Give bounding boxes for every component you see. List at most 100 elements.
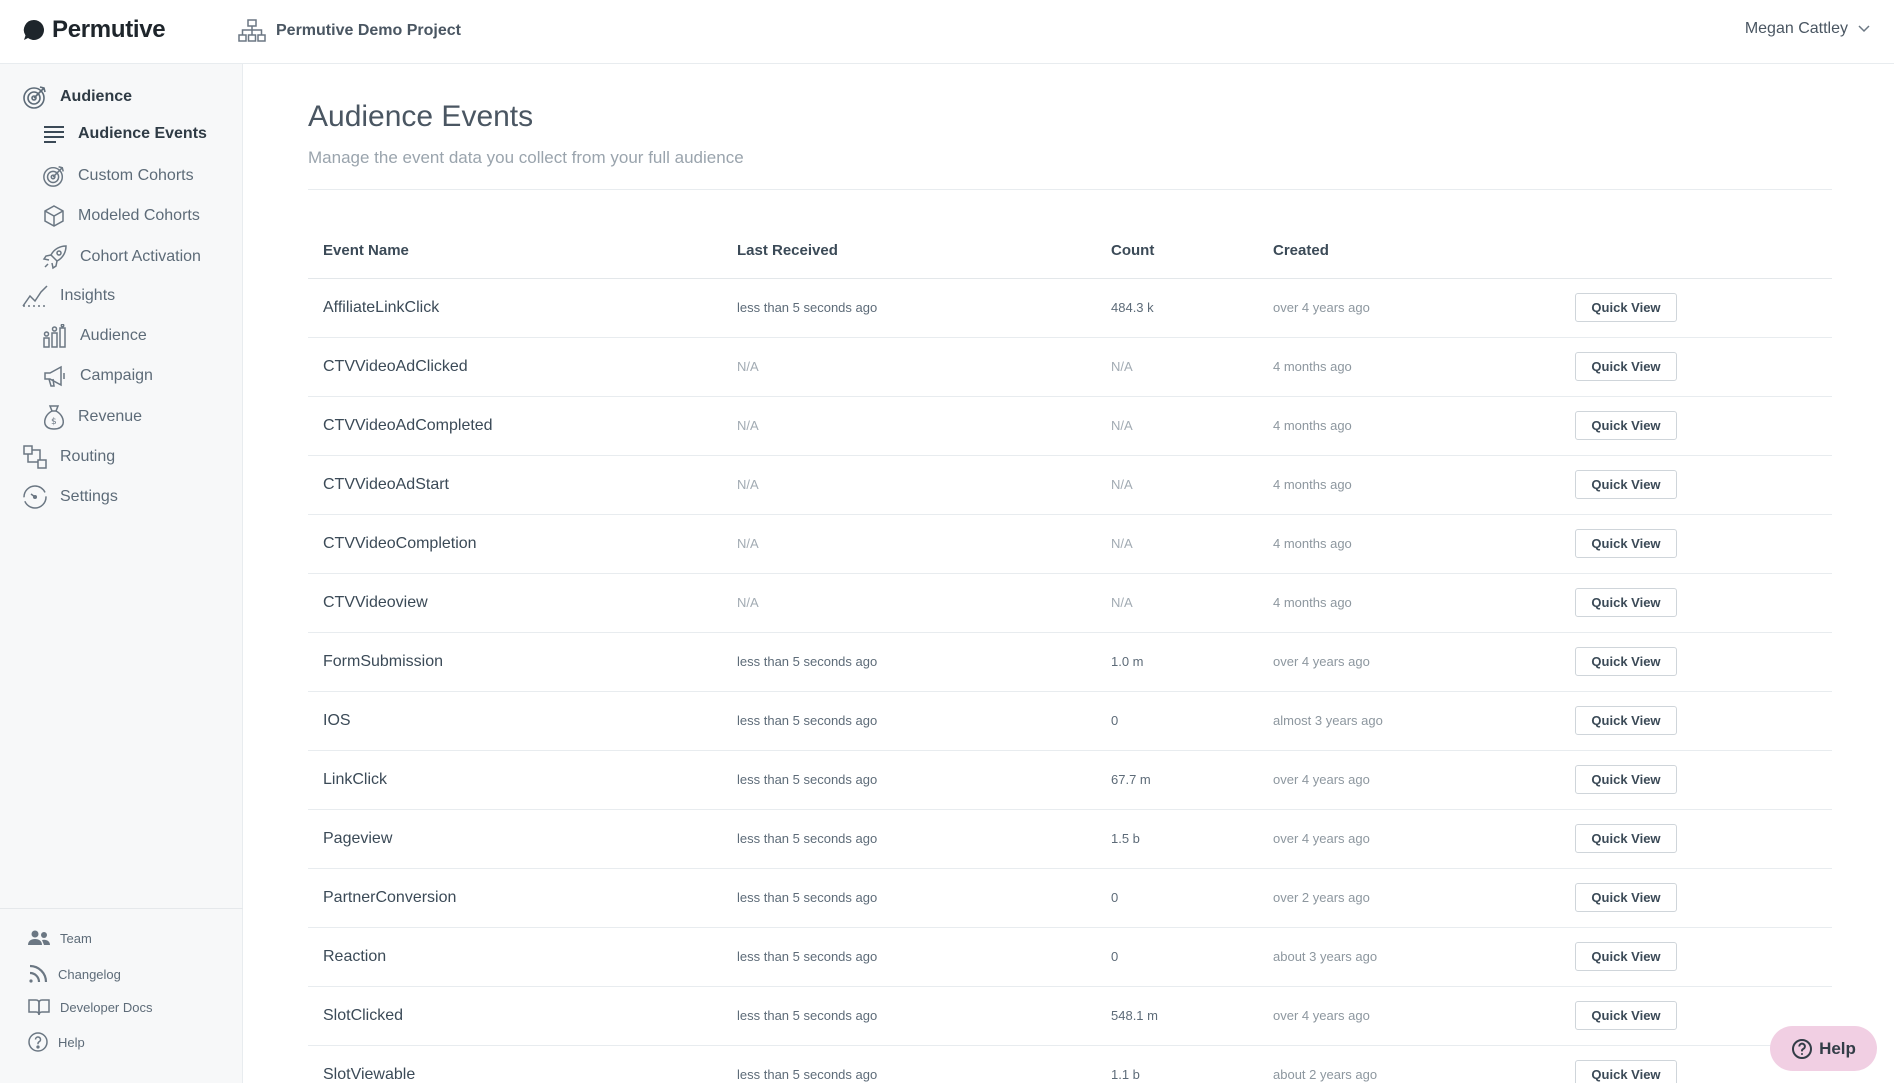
table-row[interactable]: Reaction less than 5 seconds ago 0 about 3 … — [308, 927, 1832, 987]
nav-modeled-cohorts[interactable]: Modeled Cohorts — [42, 204, 200, 228]
event-name-cell: SlotViewable — [308, 1045, 722, 1083]
quick-view-button[interactable]: Quick View — [1575, 470, 1677, 499]
table-row[interactable]: CTVVideoAdCompleted N/A N/A 4 months ago Qui… — [308, 396, 1832, 456]
quick-view-button[interactable]: Quick View — [1575, 293, 1677, 322]
count-cell: N/A — [1096, 337, 1258, 397]
nav-modeled-cohorts-label: Modeled Cohorts — [78, 207, 200, 224]
actions-cell: Quick View — [1560, 455, 1832, 515]
table-row[interactable]: CTVVideoCompletion N/A N/A 4 months ago Quic… — [308, 514, 1832, 574]
top-bar: Permutive Permutive Demo Project Megan C… — [0, 0, 1894, 64]
chevron-down-icon — [1858, 25, 1870, 33]
event-name-cell: CTVVideoCompletion — [308, 514, 722, 574]
quick-view-button[interactable]: Quick View — [1575, 352, 1677, 381]
quick-view-button[interactable]: Quick View — [1575, 529, 1677, 558]
user-name: Megan Cattley — [1744, 20, 1848, 37]
actions-cell: Quick View — [1560, 632, 1832, 692]
table-row[interactable]: SlotClicked less than 5 seconds ago 548.1 … — [308, 986, 1832, 1046]
nav-insights[interactable]: Insights — [22, 284, 115, 308]
count-cell: 1.1 b — [1096, 1045, 1258, 1083]
quick-view-button[interactable]: Quick View — [1575, 1060, 1677, 1083]
quick-view-button[interactable]: Quick View — [1575, 647, 1677, 676]
count-cell: N/A — [1096, 514, 1258, 574]
last-received-cell: less than 5 seconds ago — [722, 750, 1096, 810]
money-bag-icon: $ — [44, 405, 64, 430]
help-button-label: Help — [1819, 1038, 1856, 1058]
nav-cohort-activation[interactable]: Cohort Activation — [42, 244, 201, 270]
created-cell: over 4 years ago — [1258, 632, 1560, 692]
column-header-created[interactable]: Created — [1258, 223, 1560, 279]
nav-revenue-label: Revenue — [78, 408, 143, 425]
table-row[interactable]: CTVVideoAdStart N/A N/A 4 months ago Quick V… — [308, 455, 1832, 515]
nav-cohort-activation-label: Cohort Activation — [80, 248, 201, 265]
quick-view-button[interactable]: Quick View — [1575, 883, 1677, 912]
table-row[interactable]: Pageview less than 5 seconds ago 1.5 b over… — [308, 809, 1832, 869]
project-selector[interactable]: Permutive Demo Project — [238, 19, 461, 43]
quick-view-button[interactable]: Quick View — [1575, 706, 1677, 735]
footer-changelog[interactable]: Changelog — [28, 964, 121, 984]
count-cell: 0 — [1096, 927, 1258, 987]
sidebar: Audience Audience Events Custom Cohorts … — [0, 64, 243, 1083]
routing-icon — [23, 445, 47, 469]
table-row[interactable]: FormSubmission less than 5 seconds ago 1.0… — [308, 632, 1832, 692]
count-cell: N/A — [1096, 396, 1258, 456]
table-row[interactable]: CTVVideoview N/A N/A 4 months ago Quick View — [308, 573, 1832, 633]
created-cell: almost 3 years ago — [1258, 691, 1560, 751]
actions-cell: Quick View — [1560, 868, 1832, 928]
nav-revenue[interactable]: $ Revenue — [42, 404, 142, 430]
quick-view-button[interactable]: Quick View — [1575, 411, 1677, 440]
megaphone-icon — [44, 365, 65, 387]
table-row[interactable]: PartnerConversion less than 5 seconds ago… — [308, 868, 1832, 928]
table-row[interactable]: LinkClick less than 5 seconds ago 67.7 m ov… — [308, 750, 1832, 810]
footer-help[interactable]: Help — [28, 1032, 85, 1052]
page-subtitle: Manage the event data you collect from y… — [308, 148, 744, 167]
table-row[interactable]: CTVVideoAdClicked N/A N/A 4 months ago Quick… — [308, 337, 1832, 397]
quick-view-button[interactable]: Quick View — [1575, 824, 1677, 853]
book-icon — [28, 999, 50, 1016]
actions-cell: Quick View — [1560, 809, 1832, 869]
nav-insights-audience[interactable]: Audience — [42, 324, 147, 348]
created-cell: 4 months ago — [1258, 396, 1560, 456]
created-cell: 4 months ago — [1258, 455, 1560, 515]
user-menu[interactable]: Megan Cattley — [1745, 20, 1870, 38]
quick-view-button[interactable]: Quick View — [1575, 588, 1677, 617]
quick-view-button[interactable]: Quick View — [1575, 1001, 1677, 1030]
event-name-cell: AffiliateLinkClick — [308, 278, 722, 338]
help-floating-button[interactable]: Help — [1770, 1026, 1877, 1071]
footer-team[interactable]: Team — [28, 930, 92, 946]
nav-custom-cohorts[interactable]: Custom Cohorts — [42, 164, 194, 188]
table-row[interactable]: SlotViewable less than 5 seconds ago 1.1 b… — [308, 1045, 1832, 1083]
column-header-last-received[interactable]: Last Received — [722, 223, 1096, 279]
nav-routing[interactable]: Routing — [22, 444, 115, 470]
event-name-cell: CTVVideoAdClicked — [308, 337, 722, 397]
event-name-cell: Pageview — [308, 809, 722, 869]
nav-custom-cohorts-label: Custom Cohorts — [78, 167, 194, 184]
nav-audience[interactable]: Audience — [22, 84, 132, 110]
nav-insights-label: Insights — [60, 287, 116, 304]
footer-team-label: Team — [60, 930, 92, 946]
team-icon — [28, 930, 50, 945]
column-header-event-name[interactable]: Event Name — [308, 223, 722, 279]
footer-help-label: Help — [58, 1034, 85, 1050]
table-row[interactable]: IOS less than 5 seconds ago 0 almost 3 year… — [308, 691, 1832, 751]
trend-line-icon — [22, 285, 48, 307]
footer-developer-docs[interactable]: Developer Docs — [28, 998, 153, 1016]
nav-insights-audience-label: Audience — [80, 327, 147, 344]
column-header-count[interactable]: Count — [1096, 223, 1258, 279]
people-chart-icon — [43, 324, 66, 348]
last-received-cell: N/A — [722, 573, 1096, 633]
created-cell: 4 months ago — [1258, 573, 1560, 633]
nav-settings[interactable]: Settings — [22, 484, 118, 510]
table-row[interactable]: AffiliateLinkClick less than 5 seconds ag… — [308, 278, 1832, 338]
created-cell: 4 months ago — [1258, 514, 1560, 574]
count-cell: 0 — [1096, 691, 1258, 751]
org-chart-icon — [238, 19, 266, 42]
quick-view-button[interactable]: Quick View — [1575, 942, 1677, 971]
event-name-cell: LinkClick — [308, 750, 722, 810]
quick-view-button[interactable]: Quick View — [1575, 765, 1677, 794]
created-cell: over 4 years ago — [1258, 278, 1560, 338]
nav-campaign[interactable]: Campaign — [42, 364, 153, 388]
created-cell: over 4 years ago — [1258, 750, 1560, 810]
last-received-cell: less than 5 seconds ago — [722, 632, 1096, 692]
brand-logo[interactable]: Permutive — [22, 16, 166, 44]
nav-audience-events[interactable]: Audience Events — [42, 124, 207, 144]
